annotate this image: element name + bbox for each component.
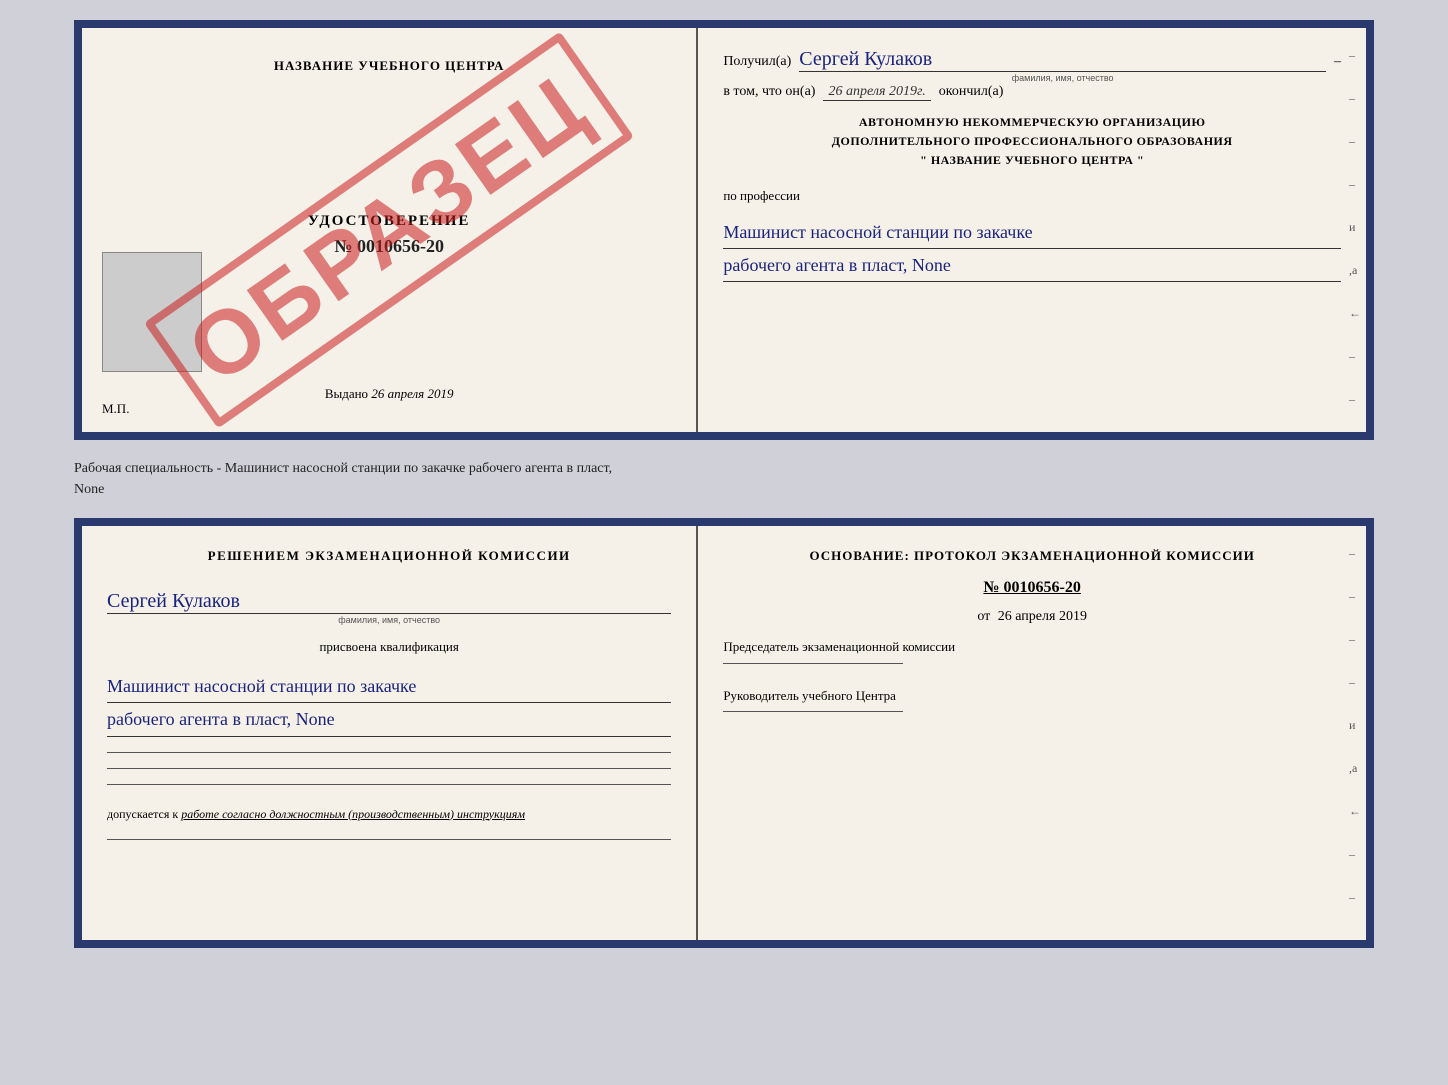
mark-3: – (1349, 134, 1361, 149)
mark-1: – (1349, 48, 1361, 63)
qual-line1: Машинист насосной станции по закачке (107, 670, 671, 703)
org-block: АВТОНОМНУЮ НЕКОММЕРЧЕСКУЮ ОРГАНИЗАЦИЮ ДО… (723, 113, 1341, 171)
okonchil-label: окончил(а) (939, 84, 1004, 100)
rukovoditel-block: Руководитель учебного Центра (723, 686, 1341, 713)
profession-line1: Машинист насосной станции по закачке (723, 216, 1341, 249)
bmark-i: и (1349, 718, 1361, 733)
cert-udostoverenie-label: УДОСТОВЕРЕНИЕ (308, 213, 471, 230)
mark-arrow: ← (1349, 306, 1361, 321)
certificate-top: НАЗВАНИЕ УЧЕБНОГО ЦЕНТРА УДОСТОВЕРЕНИЕ №… (74, 20, 1374, 440)
mark-a: ,а (1349, 263, 1361, 278)
between-line2: None (74, 479, 1374, 500)
bmark-3: – (1349, 632, 1361, 647)
cert-number: № 0010656-20 (334, 236, 444, 257)
cert-left-panel: НАЗВАНИЕ УЧЕБНОГО ЦЕНТРА УДОСТОВЕРЕНИЕ №… (82, 28, 698, 432)
dopuskaetsya-line: допускается к работе согласно должностны… (107, 805, 671, 824)
bmark-arrow: ← (1349, 804, 1361, 819)
ot-date-line: от 26 апреля 2019 (723, 609, 1341, 625)
bmark-5: – (1349, 847, 1361, 862)
protokol-number: № 0010656-20 (723, 579, 1341, 597)
poluchil-label: Получил(а) (723, 54, 791, 70)
osnovanie-label: Основание: протокол экзаменационной коми… (723, 546, 1341, 567)
qual-line2: рабочего агента в пласт, None (107, 703, 671, 736)
mark-2: – (1349, 91, 1361, 106)
predsedatel-block: Председатель экзаменационной комиссии (723, 637, 1341, 664)
vydano-date: 26 апреля 2019 (371, 386, 453, 401)
certificate-bottom: Решением экзаменационной комиссии Сергей… (74, 518, 1374, 948)
bottom-name-sublabel: фамилия, имя, отчество (338, 615, 440, 625)
bottom-lines-block (107, 752, 671, 785)
predsedatel-signature-line (723, 663, 903, 664)
bottom-lines-block2 (107, 839, 671, 840)
vtom-label: в том, что он(а) (723, 84, 815, 100)
dopuskaetsya-label: допускается к (107, 807, 178, 821)
between-line1: Рабочая специальность - Машинист насосно… (74, 458, 1374, 479)
bmark-2: – (1349, 589, 1361, 604)
mark-7: – (1349, 435, 1361, 440)
bottom-line-1 (107, 752, 671, 753)
cert-bottom-right-side-marks: – – – – и ,а ← – – – (1349, 526, 1361, 948)
bottom-line-3 (107, 784, 671, 785)
predsedatel-label: Председатель экзаменационной комиссии (723, 637, 1341, 658)
mark-6: – (1349, 392, 1361, 407)
rukovoditel-label: Руководитель учебного Центра (723, 686, 1341, 707)
org-line2: ДОПОЛНИТЕЛЬНОГО ПРОФЕССИОНАЛЬНОГО ОБРАЗО… (723, 132, 1341, 151)
recipient-name: Сергей Кулаков фамилия, имя, отчество (799, 48, 1326, 72)
cert-bottom-left-panel: Решением экзаменационной комиссии Сергей… (82, 526, 698, 940)
cert-photo-placeholder (102, 252, 202, 372)
vtom-date: 26 апреля 2019г. (823, 84, 930, 101)
mark-4: – (1349, 177, 1361, 192)
resheniem-label: Решением экзаменационной комиссии (107, 546, 671, 567)
ot-date: 26 апреля 2019 (998, 609, 1087, 624)
cert-mp-label: М.П. (102, 401, 129, 417)
profession-line2: рабочего агента в пласт, None (723, 249, 1341, 282)
prisvoena-label: присвоена квалификация (107, 639, 671, 655)
cert-right-panel: Получил(а) Сергей Кулаков фамилия, имя, … (698, 28, 1366, 432)
bmark-4: – (1349, 675, 1361, 690)
dash-after-name: – (1334, 54, 1341, 70)
cert-right-side-marks: – – – – и ,а ← – – – (1349, 28, 1361, 440)
between-text: Рабочая специальность - Машинист насосно… (74, 450, 1374, 508)
bottom-line-4 (107, 839, 671, 840)
profession-lines: Машинист насосной станции по закачке раб… (723, 216, 1341, 283)
dopuskaetsya-value: работе согласно должностным (производств… (181, 807, 525, 821)
poluchil-line: Получил(а) Сергей Кулаков фамилия, имя, … (723, 48, 1341, 72)
name-sublabel: фамилия, имя, отчество (1012, 73, 1114, 83)
org-line3: " НАЗВАНИЕ УЧЕБНОГО ЦЕНТРА " (723, 151, 1341, 170)
mark-i: и (1349, 220, 1361, 235)
rukovoditel-signature-line (723, 711, 903, 712)
po-professii-label: по профессии (723, 188, 1341, 204)
cert-school-name-top: НАЗВАНИЕ УЧЕБНОГО ЦЕНТРА (274, 58, 505, 74)
document-wrapper: НАЗВАНИЕ УЧЕБНОГО ЦЕНТРА УДОСТОВЕРЕНИЕ №… (74, 20, 1374, 948)
vydano-label: Выдано (325, 386, 368, 401)
org-line1: АВТОНОМНУЮ НЕКОММЕРЧЕСКУЮ ОРГАНИЗАЦИЮ (723, 113, 1341, 132)
bottom-recipient-name: Сергей Кулаков фамилия, имя, отчество (107, 590, 671, 614)
ot-label: от (977, 609, 990, 624)
mark-5: – (1349, 349, 1361, 364)
bottom-line-2 (107, 768, 671, 769)
bmark-a: ,а (1349, 761, 1361, 776)
cert-bottom-right-panel: Основание: протокол экзаменационной коми… (698, 526, 1366, 940)
bmark-6: – (1349, 890, 1361, 905)
cert-vydano-line: Выдано 26 апреля 2019 (325, 386, 454, 402)
bmark-1: – (1349, 546, 1361, 561)
qual-lines: Машинист насосной станции по закачке раб… (107, 670, 671, 737)
bmark-7: – (1349, 933, 1361, 948)
vtom-line: в том, что он(а) 26 апреля 2019г. окончи… (723, 84, 1341, 101)
